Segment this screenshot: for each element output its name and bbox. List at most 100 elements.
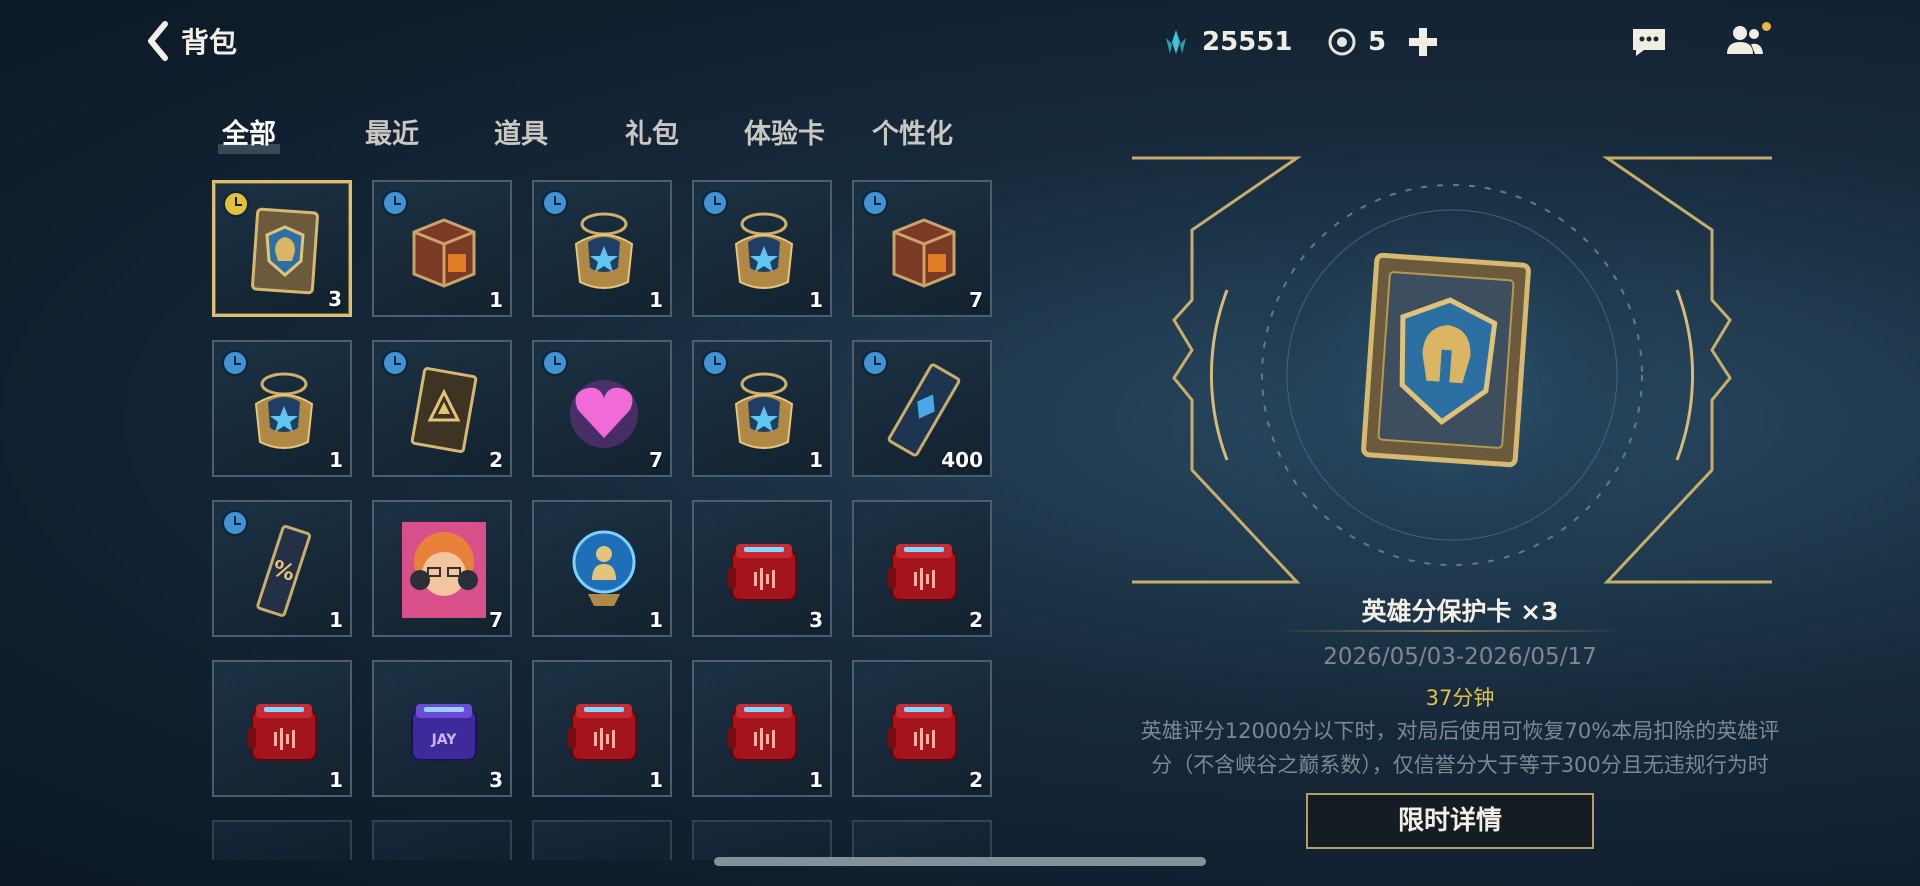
friends-icon [1727,26,1763,54]
chest-cube-icon [882,202,966,298]
blue-orb-chest-icon [722,202,806,298]
tab-2[interactable]: 道具 [494,112,548,151]
item-quantity: 400 [941,448,983,472]
clock-icon [862,350,888,376]
item-name: 英雄分保护卡 ×3 [1361,597,1559,626]
clock-icon [222,350,248,376]
add-currency-icon[interactable] [1405,24,1441,60]
inventory-slot[interactable]: 2 [852,500,992,637]
item-quantity: 1 [809,768,823,792]
scroll-handle[interactable] [714,857,1206,866]
champion-portrait-icon [382,508,506,632]
orb-currency: 5 [1326,26,1386,58]
inventory-slot[interactable]: % 1 [212,500,352,637]
back-button[interactable]: 背包 [145,20,237,62]
tab-1[interactable]: 最近 [365,112,419,151]
description-line-1: 英雄评分12000分以下时，对局后使用可恢复70%本局扣除的英雄评 [1140,719,1780,743]
tab-5[interactable]: 个性化 [872,112,953,151]
clock-icon [702,350,728,376]
item-quantity: 7 [649,448,663,472]
description-line-2: 分（不含峡谷之巅系数），仅信誉分大于等于300分且无违规行为时 [1151,753,1769,777]
inventory-slot[interactable]: 1 [532,660,672,797]
inventory-slot[interactable]: 2 [372,340,512,477]
item-quantity: 1 [809,448,823,472]
clock-icon [542,190,568,216]
chat-icon[interactable] [1630,26,1668,58]
svg-text:JAY: JAY [431,732,458,748]
item-quantity: 1 [649,768,663,792]
item-quantity: 1 [649,608,663,632]
inventory-slot[interactable]: 7 [532,340,672,477]
discount-ticket-icon: % [242,522,326,618]
inventory-slot-partial[interactable] [692,820,832,860]
item-description: 英雄评分12000分以下时，对局后使用可恢复70%本局扣除的英雄评 分（不含峡谷… [1090,714,1830,782]
inventory-slot-partial[interactable] [532,820,672,860]
inventory-slot-partial[interactable] [372,820,512,860]
item-quantity: 7 [969,288,983,312]
red-loot-box-icon [882,682,966,778]
top-bar: 背包 25551 5 [0,0,1920,90]
item-quantity: 2 [969,608,983,632]
item-quantity: 1 [329,768,343,792]
item-time-remaining: 37分钟 [1425,686,1495,710]
gold-rune-card-icon [402,362,486,458]
inventory-slot[interactable]: 3 [212,180,352,317]
item-quantity: 1 [489,288,503,312]
inventory-slot[interactable]: 1 [692,180,832,317]
orb-token-icon [1328,28,1356,56]
item-preview-frame [1132,156,1772,585]
inventory-slot-partial[interactable] [212,820,352,860]
clock-icon [223,191,249,217]
clock-icon [542,350,568,376]
crystal-currency-icon [1166,30,1186,54]
hero-protect-card-icon [243,203,327,299]
tab-4[interactable]: 体验卡 [744,112,825,151]
item-validity-dates: 2026/05/03-2026/05/17 [1323,644,1597,670]
item-quantity: 3 [328,287,342,311]
item-quantity: 1 [329,448,343,472]
rp-currency: 25551 [1160,26,1292,58]
hero-protect-card-preview-icon [1361,252,1531,468]
inventory-slot[interactable]: 1 [532,500,672,637]
pink-heart-icon [562,362,646,458]
inventory-slot[interactable]: 1 [532,180,672,317]
inventory-slot[interactable]: 1 [212,340,352,477]
page-title: 背包 [181,26,238,59]
inventory-slot[interactable]: 7 [852,180,992,317]
item-quantity: 1 [329,608,343,632]
red-loot-box-icon [722,682,806,778]
item-quantity: 7 [489,608,503,632]
item-quantity: 1 [809,288,823,312]
chevron-left-icon [148,21,168,61]
blue-orb-chest-icon [242,362,326,458]
inventory-slot[interactable]: 1 [692,660,832,797]
clock-icon [382,190,408,216]
item-quantity: 2 [489,448,503,472]
inventory-grid: 3 1 1 1 7 1 2 7 1 400% 1 7 1 3 2 1 JAY 3 1 1 2 [212,180,992,860]
limited-detail-button[interactable]: 限时详情 [1306,793,1594,849]
inventory-slot[interactable]: 1 [212,660,352,797]
purple-loot-box-icon: JAY [402,682,486,778]
chest-cube-icon [402,202,486,298]
friends-button[interactable] [1725,22,1773,58]
inventory-slot[interactable]: 2 [852,660,992,797]
blue-ticket-icon [882,362,966,458]
inventory-slot[interactable]: 7 [372,500,512,637]
red-loot-box-icon [242,682,326,778]
inventory-slot[interactable]: JAY 3 [372,660,512,797]
clock-icon [862,190,888,216]
item-quantity: 3 [809,608,823,632]
clock-icon [702,190,728,216]
tab-3[interactable]: 礼包 [625,112,679,151]
inventory-slot[interactable]: 400 [852,340,992,477]
inventory-slot[interactable]: 3 [692,500,832,637]
red-loot-box-icon [882,522,966,618]
notification-dot [1762,22,1771,31]
red-loot-box-icon [722,522,806,618]
inventory-slot[interactable]: 1 [372,180,512,317]
tab-0[interactable]: 全部 [218,112,280,154]
clock-icon [382,350,408,376]
inventory-slot[interactable]: 1 [692,340,832,477]
category-tabs: 全部 最近 道具 礼包 体验卡 个性化 [218,112,982,156]
inventory-slot-partial[interactable] [852,820,992,860]
